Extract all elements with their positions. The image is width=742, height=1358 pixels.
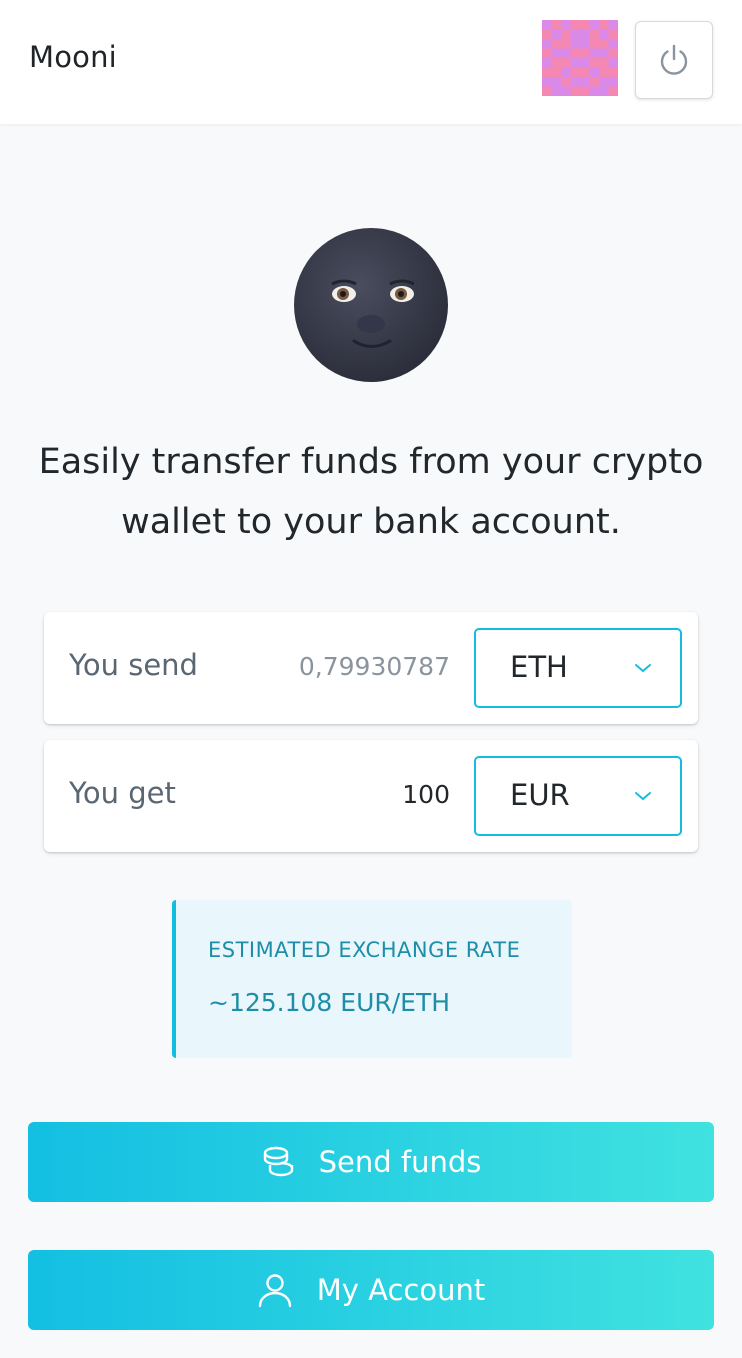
get-currency-value: EUR — [510, 778, 570, 812]
power-icon — [660, 44, 688, 75]
chevron-down-icon — [635, 664, 651, 672]
tagline: Easily transfer funds from your crypto w… — [20, 432, 722, 552]
get-currency-select[interactable]: EUR — [474, 756, 682, 836]
tagline-line2: wallet to your bank account. — [121, 502, 621, 542]
user-icon — [257, 1272, 293, 1308]
tagline-line1: Easily transfer funds from your crypto — [38, 442, 704, 482]
coins-icon — [261, 1146, 295, 1178]
send-card: You send 0,79930787 ETH — [44, 612, 698, 724]
get-label: You get — [69, 776, 176, 810]
app-header: Mooni — [0, 0, 742, 124]
identicon-avatar[interactable] — [542, 20, 618, 96]
exchange-rate-box: ESTIMATED EXCHANGE RATE ~125.108 EUR/ETH — [172, 900, 572, 1058]
exchange-rate-value: ~125.108 EUR/ETH — [208, 988, 451, 1017]
send-currency-select[interactable]: ETH — [474, 628, 682, 708]
send-label: You send — [69, 648, 198, 682]
exchange-rate-title: ESTIMATED EXCHANGE RATE — [208, 938, 521, 962]
my-account-label: My Account — [316, 1273, 486, 1307]
chevron-down-icon — [635, 792, 651, 800]
send-currency-value: ETH — [510, 650, 568, 684]
logout-button[interactable] — [635, 21, 713, 99]
app-title: Mooni — [29, 40, 117, 74]
my-account-button[interactable]: My Account — [28, 1250, 714, 1330]
new-moon-face-emoji — [294, 228, 448, 382]
send-funds-label: Send funds — [318, 1145, 482, 1179]
get-amount-input[interactable]: 100 — [402, 780, 450, 809]
get-card: You get 100 EUR — [44, 740, 698, 852]
send-amount-input[interactable]: 0,79930787 — [299, 652, 450, 681]
send-funds-button[interactable]: Send funds — [28, 1122, 714, 1202]
